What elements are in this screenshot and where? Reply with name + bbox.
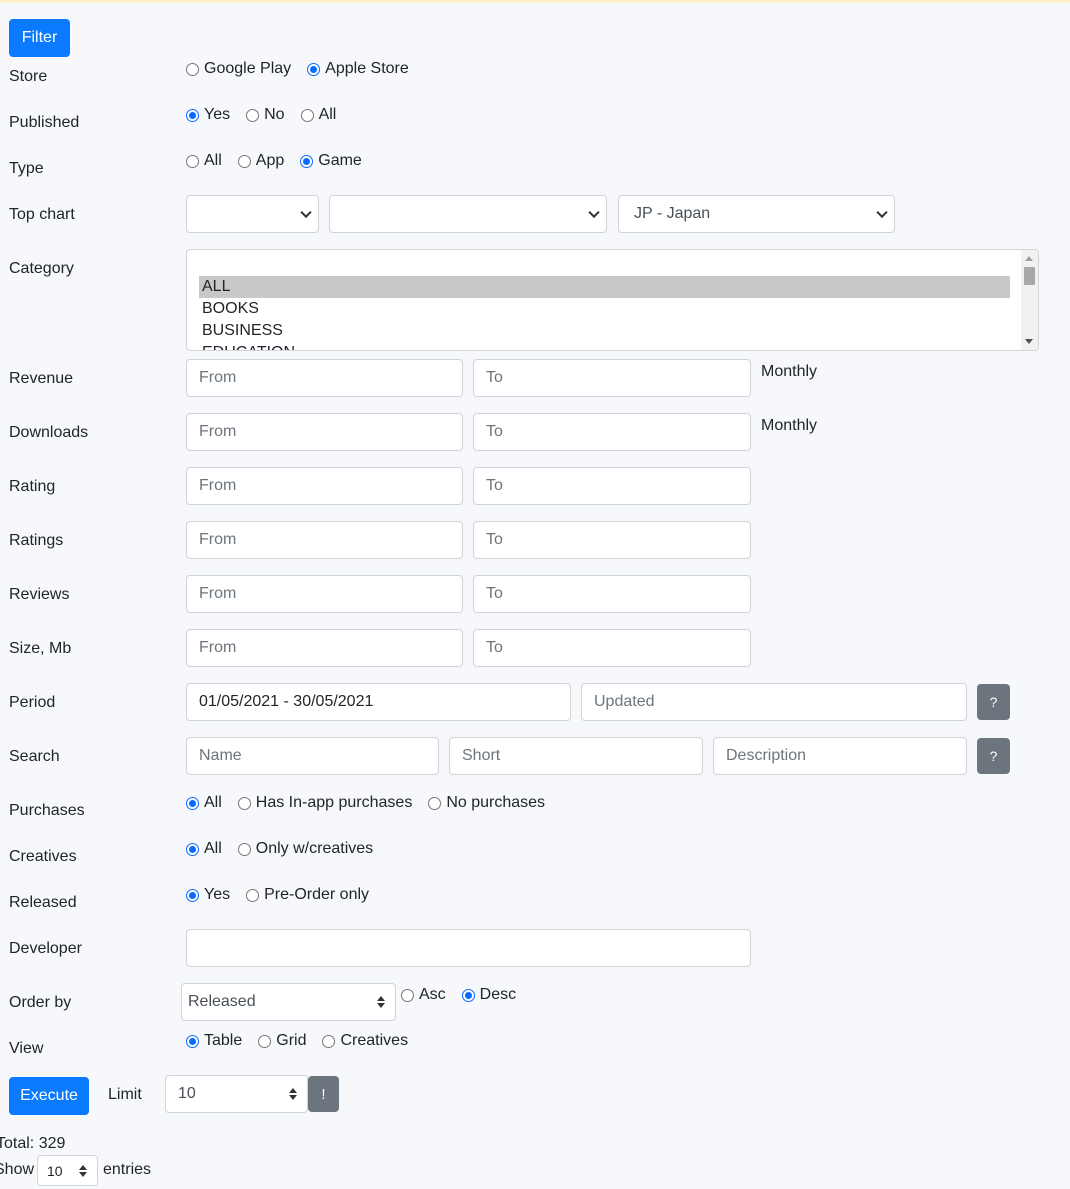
label-category: Category [9, 260, 74, 277]
scroll-down-icon[interactable] [1025, 339, 1033, 344]
limit-info-button[interactable]: ! [308, 1076, 339, 1112]
purchases-radio-all[interactable]: All [186, 794, 222, 812]
period-help-button[interactable]: ? [977, 684, 1010, 720]
label-revenue: Revenue [9, 370, 74, 387]
purchases-radio-group: All Has In-app purchases No purchases [186, 792, 561, 814]
downloads-from-input[interactable]: From [186, 413, 463, 451]
order-radio-asc[interactable]: Asc [401, 986, 446, 1004]
search-short-input[interactable]: Short [449, 737, 703, 775]
reviews-to-input[interactable]: To [473, 575, 751, 613]
search-description-input[interactable]: Description [713, 737, 967, 775]
search-help-button[interactable]: ? [977, 738, 1010, 774]
filter-button[interactable]: Filter [9, 19, 70, 57]
order-direction-radio-group: Asc Desc [401, 984, 532, 1006]
execute-button[interactable]: Execute [9, 1077, 89, 1115]
label-type: Type [9, 160, 44, 177]
revenue-from-input[interactable]: From [186, 359, 463, 397]
revenue-monthly-label: Monthly [761, 363, 818, 380]
developer-input[interactable] [186, 929, 751, 967]
entries-label: entries [103, 1161, 152, 1178]
view-radio-creatives[interactable]: Creatives [322, 1032, 408, 1050]
chevron-down-icon [876, 206, 888, 219]
creatives-radio-group: All Only w/creatives [186, 838, 389, 860]
store-radio-apple-store[interactable]: Apple Store [307, 60, 409, 78]
period-date-range-input[interactable]: 01/05/2021 - 30/05/2021 [186, 683, 571, 721]
size-from-input[interactable]: From [186, 629, 463, 667]
category-option[interactable]: EDUCATION [199, 342, 1010, 350]
sort-arrows-icon [377, 996, 385, 1008]
category-listbox[interactable]: ALL BOOKS BUSINESS EDUCATION [186, 249, 1039, 351]
published-radio-all[interactable]: All [300, 106, 336, 124]
category-option[interactable]: ALL [199, 276, 1010, 298]
top-border [0, 0, 1070, 3]
category-scrollbar[interactable] [1021, 250, 1038, 350]
creatives-radio-all[interactable]: All [186, 840, 222, 858]
reviews-from-input[interactable]: From [186, 575, 463, 613]
label-purchases: Purchases [9, 802, 85, 819]
released-radio-group: Yes Pre-Order only [186, 884, 385, 906]
view-radio-table[interactable]: Table [186, 1032, 242, 1050]
sort-arrows-icon [289, 1088, 297, 1100]
country-select[interactable]: JP - Japan [618, 195, 895, 233]
rating-from-input[interactable]: From [186, 467, 463, 505]
view-radio-group: Table Grid Creatives [186, 1030, 424, 1052]
top-chart-select-1[interactable] [186, 195, 319, 233]
label-creatives: Creatives [9, 848, 77, 865]
view-radio-grid[interactable]: Grid [258, 1032, 306, 1050]
label-ratings: Ratings [9, 532, 64, 549]
category-option[interactable]: BOOKS [199, 298, 1010, 320]
label-downloads: Downloads [9, 424, 89, 441]
label-search: Search [9, 748, 60, 765]
label-reviews: Reviews [9, 586, 70, 603]
order-by-select[interactable]: Released [181, 983, 396, 1021]
label-top-chart: Top chart [9, 206, 75, 223]
store-radio-google-play[interactable]: Google Play [186, 60, 291, 78]
category-option[interactable]: BUSINESS [199, 320, 1010, 342]
limit-select[interactable]: 10 [165, 1075, 308, 1113]
sort-arrows-icon [79, 1164, 87, 1177]
label-developer: Developer [9, 940, 82, 957]
top-chart-select-2[interactable] [329, 195, 607, 233]
type-radio-all[interactable]: All [186, 152, 222, 170]
order-radio-desc[interactable]: Desc [461, 986, 516, 1004]
type-radio-game[interactable]: Game [300, 152, 362, 170]
label-published: Published [9, 114, 80, 131]
label-view: View [9, 1040, 44, 1057]
purchases-radio-in-app[interactable]: Has In-app purchases [237, 794, 412, 812]
chevron-down-icon [300, 206, 312, 219]
limit-label: Limit [108, 1086, 142, 1103]
chevron-down-icon [588, 206, 600, 219]
downloads-monthly-label: Monthly [761, 417, 818, 434]
revenue-to-input[interactable]: To [473, 359, 751, 397]
scrollbar-thumb[interactable] [1024, 267, 1035, 285]
period-updated-input[interactable]: Updated [581, 683, 967, 721]
published-radio-no[interactable]: No [246, 106, 285, 124]
label-order-by: Order by [9, 994, 72, 1011]
label-store: Store [9, 68, 48, 85]
ratings-from-input[interactable]: From [186, 521, 463, 559]
ratings-to-input[interactable]: To [473, 521, 751, 559]
downloads-to-input[interactable]: To [473, 413, 751, 451]
label-size: Size, Mb [9, 640, 72, 657]
purchases-radio-none[interactable]: No purchases [428, 794, 545, 812]
show-label: Show [0, 1161, 35, 1178]
total-count: Total: 329 [0, 1135, 66, 1152]
rating-to-input[interactable]: To [473, 467, 751, 505]
type-radio-group: All App Game [186, 150, 378, 172]
label-rating: Rating [9, 478, 56, 495]
published-radio-group: Yes No All [186, 104, 352, 126]
creatives-radio-only[interactable]: Only w/creatives [237, 840, 373, 858]
released-radio-preorder[interactable]: Pre-Order only [246, 886, 369, 904]
scroll-up-icon[interactable] [1025, 256, 1033, 261]
size-to-input[interactable]: To [473, 629, 751, 667]
published-radio-yes[interactable]: Yes [186, 106, 230, 124]
entries-select[interactable]: 10 [37, 1155, 98, 1186]
label-released: Released [9, 894, 77, 911]
store-radio-group: Google Play Apple Store [186, 58, 425, 80]
label-period: Period [9, 694, 56, 711]
search-name-input[interactable]: Name [186, 737, 439, 775]
released-radio-yes[interactable]: Yes [186, 886, 230, 904]
type-radio-app[interactable]: App [237, 152, 284, 170]
